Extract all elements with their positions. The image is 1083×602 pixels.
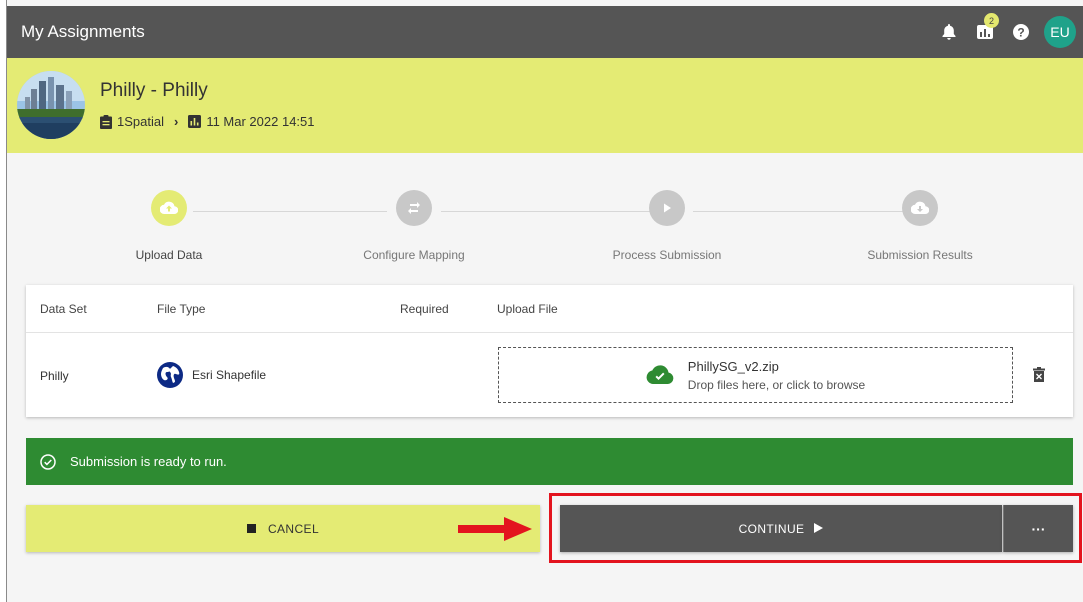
- check-circle-icon: [40, 453, 56, 470]
- project-header: Philly - Philly 1Spatial › 11 Mar 2022 1…: [7, 58, 1083, 153]
- play-icon: [649, 190, 685, 226]
- project-avatar: [17, 71, 85, 139]
- cell-data-set: Philly: [40, 369, 69, 383]
- swap-icon: [396, 190, 432, 226]
- svg-text:?: ?: [1017, 26, 1024, 40]
- column-header-upload-file: Upload File: [497, 302, 558, 316]
- chevron-right-icon: ›: [173, 114, 179, 129]
- breadcrumb: 1Spatial › 11 Mar 2022 14:51: [100, 114, 315, 129]
- breadcrumb-date: 11 Mar 2022 14:51: [206, 114, 315, 129]
- continue-button[interactable]: CONTINUE: [560, 505, 1002, 552]
- step-upload-data[interactable]: Upload Data: [69, 190, 269, 262]
- app-title: My Assignments: [21, 22, 145, 41]
- step-configure-mapping[interactable]: Configure Mapping: [314, 190, 514, 262]
- more-options-button[interactable]: ···: [1003, 505, 1073, 552]
- status-banner: Submission is ready to run.: [26, 438, 1073, 485]
- cloud-download-icon: [902, 190, 938, 226]
- step-process-submission[interactable]: Process Submission: [567, 190, 767, 262]
- more-icon: ···: [1031, 520, 1046, 537]
- step-submission-results[interactable]: Submission Results: [820, 190, 1020, 262]
- cloud-upload-icon: [151, 190, 187, 226]
- step-label: Submission Results: [867, 248, 973, 262]
- cell-file-type: Esri Shapefile: [156, 361, 266, 389]
- data-set-table: Data Set File Type Required Upload File …: [26, 285, 1073, 417]
- cancel-label: CANCEL: [267, 521, 320, 536]
- uploaded-file-name: PhillySG_v2.zip: [687, 358, 779, 374]
- delete-file-icon[interactable]: [1033, 367, 1045, 385]
- app-frame: My Assignments 2 ? EU Philly - Philly 1S…: [6, 0, 1083, 602]
- top-bar: My Assignments 2 ? EU: [7, 6, 1083, 58]
- globe-icon: [156, 361, 184, 389]
- column-header-file-type: File Type: [157, 302, 206, 316]
- help-icon[interactable]: ?: [1010, 21, 1032, 43]
- column-header-data-set: Data Set: [40, 302, 87, 316]
- bell-icon[interactable]: [938, 21, 960, 43]
- red-arrow-annotation: [458, 517, 532, 541]
- file-dropzone[interactable]: PhillySG_v2.zip Drop files here, or clic…: [498, 347, 1013, 403]
- dropzone-hint: Drop files here, or click to browse: [687, 377, 866, 392]
- reports-icon[interactable]: 2: [974, 13, 999, 43]
- breadcrumb-org[interactable]: 1Spatial: [117, 114, 164, 129]
- status-message: Submission is ready to run.: [70, 454, 227, 469]
- file-type-label: Esri Shapefile: [192, 368, 267, 382]
- project-title: Philly - Philly: [100, 80, 208, 101]
- continue-label: CONTINUE: [738, 521, 805, 536]
- dropzone-text: PhillySG_v2.zip Drop files here, or clic…: [688, 359, 865, 392]
- step-label: Configure Mapping: [363, 248, 465, 262]
- stop-icon: [246, 524, 256, 533]
- step-label: Process Submission: [612, 248, 722, 262]
- notification-badge: 2: [984, 13, 999, 28]
- column-header-required: Required: [400, 302, 449, 316]
- table-header: Data Set File Type Required Upload File: [26, 285, 1073, 333]
- top-bar-actions: 2 ? EU: [924, 6, 1076, 58]
- play-icon: [814, 522, 824, 536]
- chart-icon: [188, 115, 202, 128]
- cloud-check-icon: [646, 365, 674, 385]
- clipboard-icon: [100, 114, 112, 129]
- user-avatar[interactable]: EU: [1044, 16, 1076, 48]
- step-label: Upload Data: [135, 248, 203, 262]
